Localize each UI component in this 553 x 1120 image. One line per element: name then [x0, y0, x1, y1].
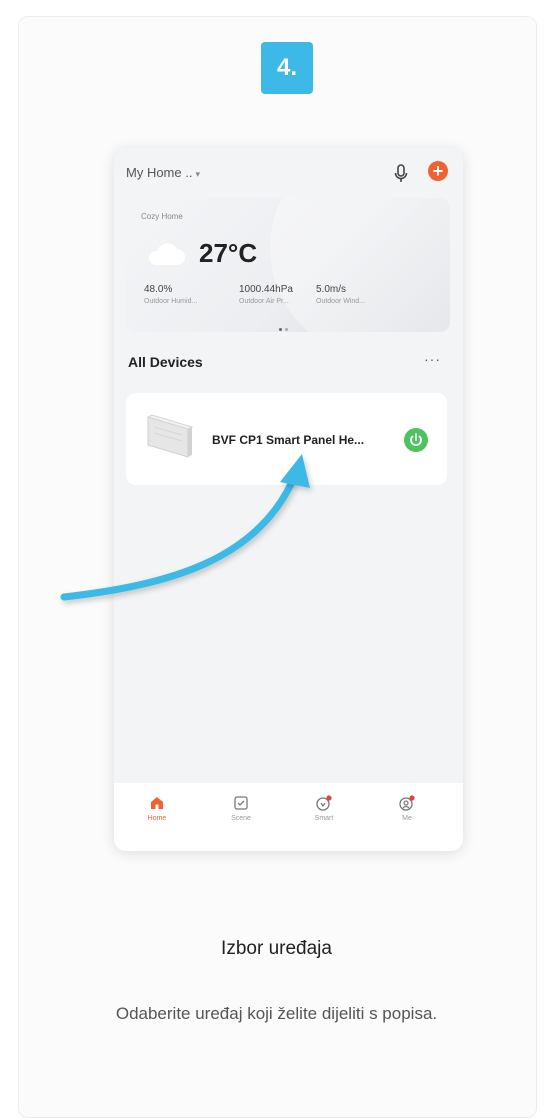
section-title: All Devices: [128, 354, 203, 370]
stat-value: 1000.44hPa: [239, 284, 293, 295]
home-selector[interactable]: My Home .. ▾: [126, 165, 200, 180]
phone-screenshot: My Home .. ▾ + Cozy Home 27°C 48.0% Outdo…: [114, 148, 463, 851]
stat-value: 48.0%: [144, 284, 173, 295]
tab-smart[interactable]: Smart: [294, 795, 354, 822]
caption-text: Odaberite uređaj koji želite dijeliti s …: [115, 1004, 438, 1023]
app-header: My Home .. ▾ +: [114, 148, 463, 196]
power-button[interactable]: [404, 428, 428, 452]
stat-label: Outdoor Humid...: [144, 298, 198, 305]
smart-icon: [316, 795, 332, 811]
temperature: 27°C: [199, 238, 258, 268]
tab-label: Home: [147, 815, 167, 822]
stat-label: Outdoor Air Pr...: [239, 298, 289, 305]
tab-home[interactable]: Home: [127, 795, 187, 822]
page-indicator: [279, 318, 291, 332]
home-icon: [151, 797, 163, 809]
more-icon[interactable]: ···: [424, 351, 441, 367]
cloud-icon: [148, 243, 185, 265]
device-list-item[interactable]: BVF CP1 Smart Panel He...: [126, 393, 447, 485]
caption-title: Izbor uređaja: [221, 938, 332, 959]
add-icon[interactable]: +: [428, 161, 448, 181]
step-badge: 4.: [261, 42, 313, 94]
weather-stat-wind: 5.0m/s Outdoor Wind...: [316, 284, 365, 305]
weather-card: Cozy Home 27°C 48.0% Outdoor Humid... 10…: [126, 198, 450, 332]
power-icon: [410, 433, 422, 446]
device-name: BVF CP1 Smart Panel He...: [212, 433, 365, 447]
chevron-down-icon: ▾: [195, 169, 200, 179]
tab-label: Scene: [231, 815, 251, 822]
tab-label: Smart: [314, 815, 334, 822]
microphone-icon[interactable]: [393, 164, 409, 184]
bottom-tab-bar: Home Scene Smart Me: [114, 783, 463, 851]
stat-value: 5.0m/s: [316, 284, 347, 295]
home-selector-label: My Home ..: [126, 165, 193, 180]
me-icon: [399, 795, 415, 811]
tab-label: Me: [402, 815, 412, 822]
weather-location: Cozy Home: [141, 212, 183, 221]
panel-heater-icon: [146, 414, 194, 458]
weather-stat-humidity: 48.0% Outdoor Humid...: [144, 284, 197, 305]
scene-icon: [234, 796, 248, 810]
stat-label: Outdoor Wind...: [316, 298, 366, 305]
tab-me[interactable]: Me: [377, 795, 437, 822]
weather-stat-pressure: 1000.44hPa Outdoor Air Pr...: [239, 284, 293, 305]
tab-scene[interactable]: Scene: [211, 795, 271, 822]
